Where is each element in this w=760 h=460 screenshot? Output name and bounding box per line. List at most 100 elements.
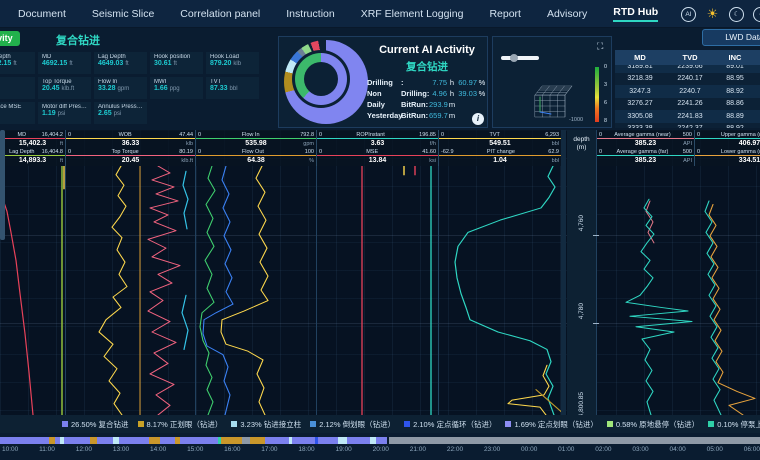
table-row[interactable]: 3305.082241.8388.891 — [615, 110, 760, 123]
track-header: 0WOB47.44 36.33klb 0Top Torque80.19 20.4… — [66, 130, 196, 166]
theme-sun-icon[interactable]: ☀ — [705, 7, 720, 22]
log-curve — [99, 166, 127, 415]
menu-item[interactable]: Report — [489, 8, 521, 20]
log-curve — [183, 171, 188, 229]
scrollbar-thumb[interactable] — [0, 130, 5, 240]
gamma-curve — [646, 201, 654, 243]
menu-icons: AI ☀ ☾ ◖ — [681, 0, 760, 28]
top-menu-bar: Document Seismic Slice Correlation panel In… — [0, 0, 760, 28]
activity-timeline-strip[interactable] — [0, 437, 760, 444]
ai-stat-row: YesterdayBitRun: 659.7m — [367, 110, 487, 121]
time-tick-label: 20:00 — [373, 446, 389, 453]
log-curve — [148, 166, 180, 415]
kpi-tile: Bit Depth 4692.15ft — [0, 52, 35, 74]
legend-item: 0.58% 原地悬停（钻进） — [607, 419, 699, 430]
menu-item[interactable]: Seismic Slice — [92, 8, 154, 20]
time-tick-label: 01:00 — [558, 446, 574, 453]
fullscreen-icon[interactable]: ⛶ — [597, 42, 606, 51]
timeline-segment — [389, 437, 760, 444]
legend-item: 1.69% 定点划眼（钻进） — [505, 419, 597, 430]
track-headers: MD16,404.2 15,402.3ft Lag Depth16,404.8 … — [0, 130, 562, 166]
legend-item: 2.12% 倒划眼（钻进） — [310, 419, 395, 430]
theme-moon-icon[interactable]: ☾ — [729, 7, 744, 22]
depth-scrollbar[interactable] — [561, 130, 566, 415]
legend-color-swatch — [505, 421, 511, 427]
log-curve — [182, 295, 188, 349]
wireframe-3d-view[interactable] — [529, 81, 573, 121]
menu-item[interactable]: Correlation panel — [180, 8, 260, 20]
kpi-tile: Motor diff Pressure 1.19psi — [38, 102, 91, 124]
depth-axis-column: depth (m) — [567, 130, 597, 415]
time-axis: 10:0011:0012:0013:0014:0015:0016:0017:00… — [2, 446, 760, 453]
timeline-segment — [292, 437, 315, 444]
timeline-segment — [221, 437, 242, 444]
ai-panel-title: Current AI Activity — [371, 44, 483, 56]
drilling-mode-label: 复合钻进 — [56, 32, 100, 48]
legend-color-swatch — [138, 421, 144, 427]
lwd-data-table: MDTVDINC 3189.812239.6689.01 3218.392240… — [615, 50, 760, 128]
time-tick-label: 12:00 — [76, 446, 92, 453]
ai-assistant-icon[interactable]: AI — [681, 7, 696, 22]
lwd-data-button[interactable]: LWD Data — [702, 29, 760, 46]
table-row[interactable]: 3276.272241.2688.861 — [615, 98, 760, 111]
legend-item: 2.10% 定点循环（钻进） — [404, 419, 496, 430]
log-curve — [508, 365, 549, 415]
time-tick-label: 10:00 — [2, 446, 18, 453]
kpi-tile: MD 4692.15ft — [38, 52, 91, 74]
table-row[interactable]: 3218.392240.1788.951 — [615, 73, 760, 86]
time-tick-label: 18:00 — [298, 446, 314, 453]
table-row[interactable]: 3247.32240.788.921 — [615, 85, 760, 98]
legend-item: 0.10% 停泵上提 — [708, 419, 760, 430]
time-tick-label: 11:00 — [39, 446, 55, 453]
menu-item[interactable]: XRF Element Logging — [361, 8, 464, 20]
menu-item[interactable]: RTD Hub — [613, 6, 658, 22]
track-header: 0Flow In792.8 535.98gpm 0Flow Out100 64.… — [196, 130, 317, 166]
table-row[interactable]: 3333.382242.3788.922 — [615, 123, 760, 129]
log-curve — [200, 166, 215, 415]
kpi-tile: Top Torque 20.45klb.ft — [38, 77, 91, 99]
kpi-tile: TVT 87.33bbl — [206, 77, 259, 99]
time-tick-label: 23:00 — [484, 446, 500, 453]
time-tick-label: 22:00 — [447, 446, 463, 453]
time-tick-label: 05:00 — [707, 446, 723, 453]
time-tick-label: 17:00 — [261, 446, 277, 453]
menu-item[interactable]: Instruction — [286, 8, 334, 20]
info-icon[interactable]: i — [472, 113, 484, 125]
gamma-curve — [626, 199, 692, 415]
kpi-tile: Annulus Pressure... 2.65psi — [94, 102, 147, 124]
legend-item: 26.50% 复合钻进 — [62, 419, 129, 430]
legend-item: 3.23% 钻进接立柱 — [231, 419, 301, 430]
ai-activity-badge: AI Activity — [0, 31, 20, 46]
legend-color-swatch — [62, 421, 68, 427]
kpi-tile: Lag Depth 4649.03ft — [94, 52, 147, 74]
legend-color-swatch — [607, 421, 613, 427]
edge-cut-icon[interactable]: ◖ — [753, 7, 760, 22]
kpi-tile: MWI 1.66ppg — [150, 77, 203, 99]
time-tick-label: 21:00 — [410, 446, 426, 453]
legend-color-swatch — [404, 421, 410, 427]
timeline-segment — [242, 437, 250, 444]
gamma-track-headers: 0Average gamma (near)500 385.23API 0Aver… — [597, 130, 760, 166]
track-header: MD16,404.2 15,402.3ft Lag Depth16,404.8 … — [0, 130, 66, 166]
menu-item[interactable]: Advisory — [547, 8, 587, 20]
menu-item[interactable]: Document — [18, 8, 66, 20]
ai-panel-mode: 复合钻进 — [371, 59, 483, 74]
time-tick-label: 16:00 — [224, 446, 240, 453]
ai-stat-row: Drilling: 7.75h 60.97% — [367, 77, 487, 88]
depth-tick: 4,760 — [578, 215, 585, 231]
lwd-column-header: INC — [715, 53, 755, 62]
kpi-tile: Hook position 30.61ft — [150, 52, 203, 74]
kpi-tile: Hook Load 879.20klb — [206, 52, 259, 74]
log-curve — [221, 166, 268, 415]
timeline-segment — [97, 437, 113, 444]
track-header: 0ROPInstant196.85 3.63f/h 0MSE41.60 13.8… — [317, 130, 439, 166]
timeline-segment — [119, 437, 149, 444]
timeline-segment — [376, 437, 387, 444]
time-tick-label: 00:00 — [521, 446, 537, 453]
timeline-segment — [0, 437, 49, 444]
gamma-track-header: 0Average gamma (near)500 385.23API 0Aver… — [597, 130, 695, 166]
view-slider[interactable] — [501, 56, 539, 60]
timeline-segment — [180, 437, 218, 444]
slider-knob[interactable] — [510, 54, 518, 62]
legend-color-swatch — [310, 421, 316, 427]
